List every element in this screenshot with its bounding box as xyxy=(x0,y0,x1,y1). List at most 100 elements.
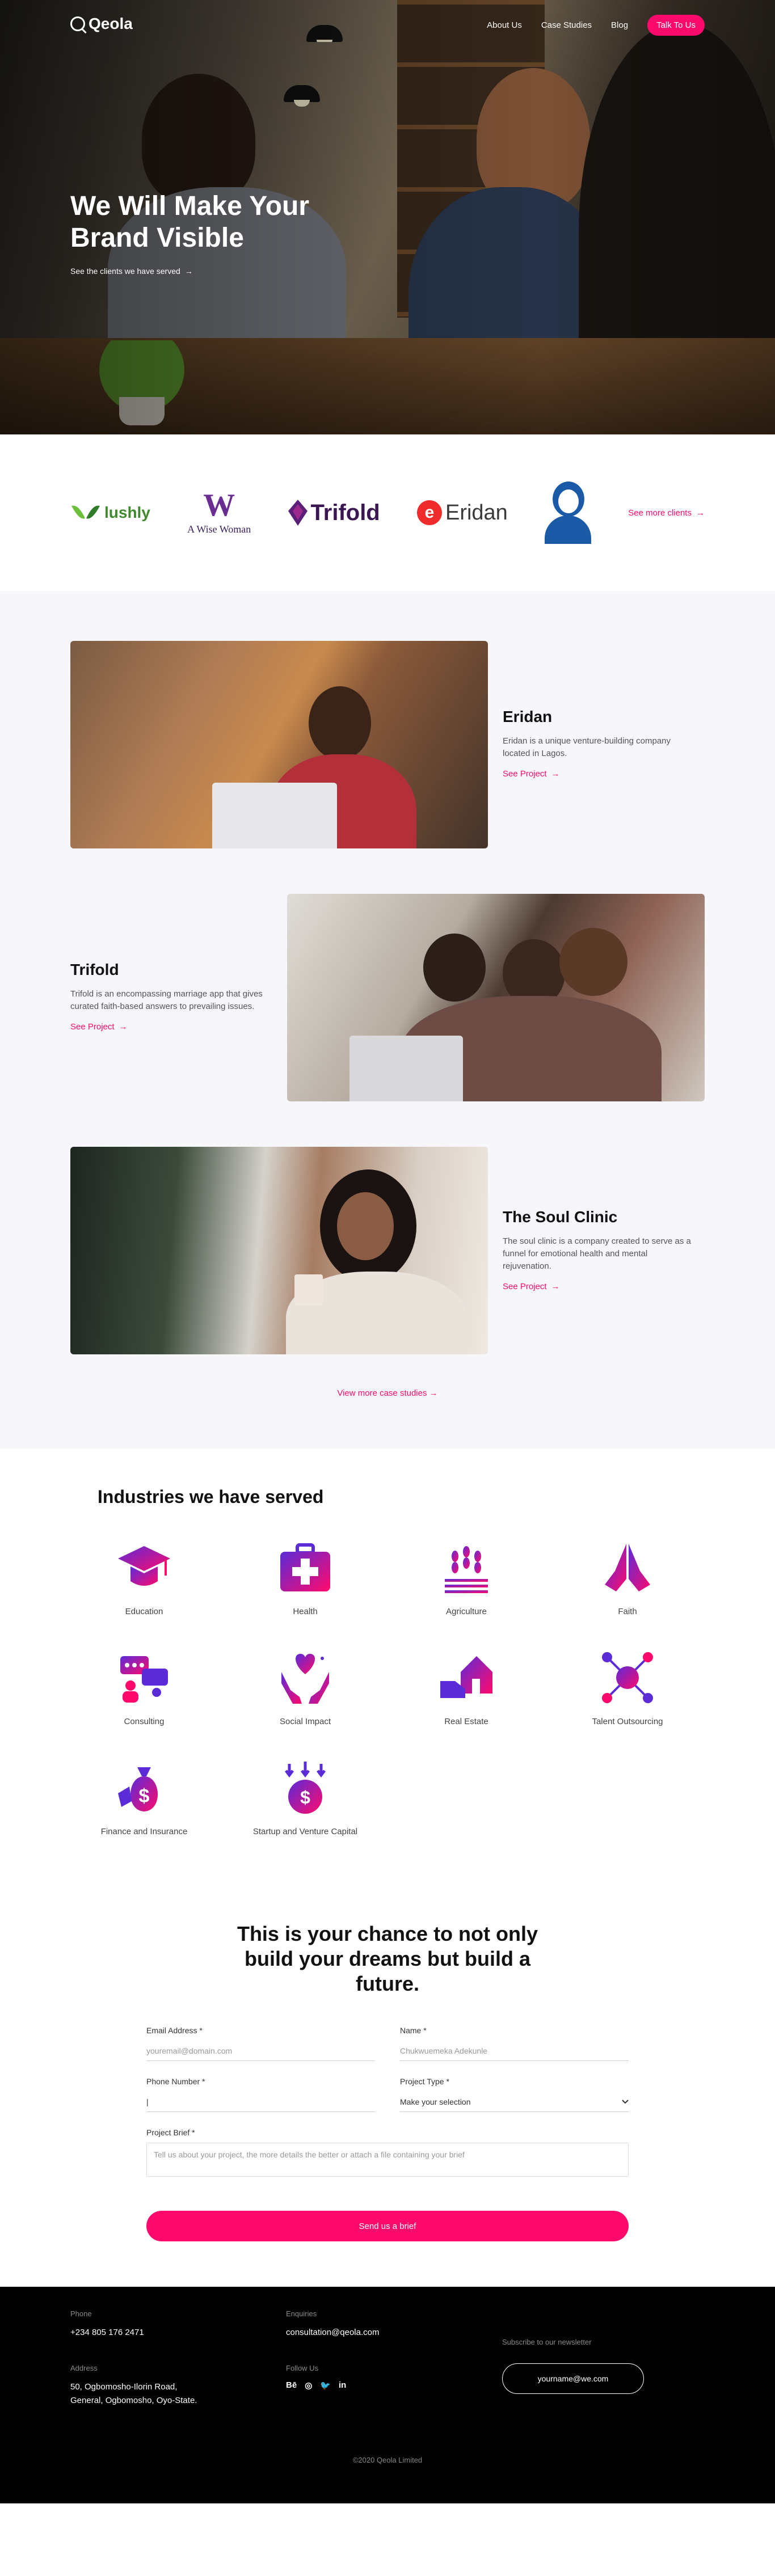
client-logo-bust xyxy=(545,482,592,544)
see-project-link[interactable]: See Project → xyxy=(70,1022,263,1032)
case-study-eridan: Eridan Eridan is a unique venture-buildi… xyxy=(0,641,775,848)
svg-text:$: $ xyxy=(139,1785,150,1807)
graduation-cap-icon xyxy=(118,1546,170,1586)
name-input[interactable]: Chukwuemeka Adekunle xyxy=(400,2041,629,2061)
nav-menu: About Us Case Studies Blog Talk To Us xyxy=(487,15,705,36)
industry-faith: Faith xyxy=(547,1539,708,1616)
hero-section: Qeola About Us Case Studies Blog Talk To… xyxy=(0,0,775,434)
client-logo-wise-woman: W A Wise Woman xyxy=(187,487,251,535)
industry-agriculture: Agriculture xyxy=(386,1539,547,1616)
client-logo-trifold: Trifold xyxy=(288,500,380,526)
newsletter-email-input[interactable]: yourname@we.com xyxy=(502,2363,644,2394)
logo-mark-icon xyxy=(70,16,85,31)
nav-case-studies[interactable]: Case Studies xyxy=(541,20,592,30)
see-more-clients-link[interactable]: See more clients → xyxy=(628,508,705,518)
contact-title: This is your chance to not only build yo… xyxy=(237,1922,538,1995)
network-icon xyxy=(602,1652,653,1703)
dribbble-icon[interactable]: ◎ xyxy=(305,2380,312,2391)
case-image-eridan[interactable] xyxy=(70,641,488,848)
industry-talent-outsourcing: Talent Outsourcing xyxy=(547,1649,708,1726)
coin-arrows-icon: $ xyxy=(285,1762,326,1814)
email-input[interactable]: youremail@domain.com xyxy=(146,2041,375,2061)
case-study-trifold: Trifold Trifold is an encompassing marri… xyxy=(0,894,775,1101)
email-field: Email Address * youremail@domain.com xyxy=(146,2026,375,2061)
money-bag-icon: $ xyxy=(118,1767,158,1811)
chevron-down-icon xyxy=(622,2099,629,2104)
heart-hands-icon xyxy=(281,1654,329,1704)
hero-clients-link[interactable]: See the clients we have served → xyxy=(70,267,365,276)
case-description: The soul clinic is a company created to … xyxy=(503,1236,691,1271)
svg-text:$: $ xyxy=(300,1787,310,1808)
arrow-right-icon: → xyxy=(551,1282,560,1291)
footer-address: Address 50, Ogbomosho-Ilorin Road, Gener… xyxy=(70,2364,197,2405)
send-brief-button[interactable]: Send us a brief xyxy=(146,2211,629,2241)
footer-follow: Follow Us Bē ◎ 🐦 in xyxy=(286,2364,347,2391)
trifold-mark-icon xyxy=(288,500,308,526)
hero-title: We Will Make Your Brand Visible xyxy=(70,191,310,253)
industry-real-estate: Real Estate xyxy=(386,1649,547,1726)
project-brief-textarea[interactable]: Tell us about your project, the more det… xyxy=(146,2143,629,2177)
case-image-trifold[interactable] xyxy=(287,894,705,1101)
twitter-icon[interactable]: 🐦 xyxy=(320,2380,331,2391)
industries-section: Industries we have served Education Heal… xyxy=(0,1449,775,1870)
industries-title: Industries we have served xyxy=(98,1487,324,1507)
case-study-soul-clinic: The Soul Clinic The soul clinic is a com… xyxy=(0,1147,775,1354)
arrow-right-icon: → xyxy=(119,1022,128,1032)
client-logo-eridan: e Eridan xyxy=(416,500,508,525)
top-nav: Qeola About Us Case Studies Blog Talk To… xyxy=(0,0,775,51)
hero-text: We Will Make Your Brand Visible See the … xyxy=(70,191,365,276)
industry-education: Education xyxy=(64,1539,225,1616)
see-project-link[interactable]: See Project → xyxy=(503,769,696,779)
case-title: The Soul Clinic xyxy=(503,1208,618,1226)
logo-text: Qeola xyxy=(89,15,133,32)
footer-phone: Phone +234 805 176 2471 xyxy=(70,2309,144,2339)
copyright: ©2020 Qeola Limited xyxy=(352,2456,423,2464)
leaf-icon xyxy=(71,505,100,519)
enquiries-email[interactable]: consultation@qeola.com xyxy=(286,2326,380,2339)
nav-blog[interactable]: Blog xyxy=(611,20,628,30)
case-image-soul-clinic[interactable] xyxy=(70,1147,488,1354)
arrow-right-icon: → xyxy=(696,508,705,518)
phone-field: Phone Number * | xyxy=(146,2077,375,2112)
see-project-link[interactable]: See Project → xyxy=(503,1282,696,1291)
client-logo-lushly: lushly xyxy=(70,501,150,524)
clients-strip: lushly W A Wise Woman Trifold e Eridan S… xyxy=(0,434,775,591)
contact-section: This is your chance to not only build yo… xyxy=(0,1870,775,2287)
industry-finance-insurance: $ Finance and Insurance xyxy=(64,1759,225,1836)
newsletter: Subscribe to our newsletter yourname@we.… xyxy=(502,2338,644,2394)
case-title: Eridan xyxy=(503,708,553,725)
industries-grid: Education Health Agriculture Faith Consu… xyxy=(64,1539,775,1836)
talk-to-us-button[interactable]: Talk To Us xyxy=(647,15,705,36)
footer: Phone +234 805 176 2471 Enquiries consul… xyxy=(0,2287,775,2503)
chat-bubbles-icon xyxy=(120,1656,168,1703)
industry-health: Health xyxy=(225,1539,386,1616)
house-hand-icon xyxy=(440,1656,492,1698)
wheat-icon xyxy=(445,1546,488,1593)
case-title: Trifold xyxy=(70,961,119,978)
nav-about[interactable]: About Us xyxy=(487,20,522,30)
case-studies-section: Eridan Eridan is a unique venture-buildi… xyxy=(0,591,775,1449)
praying-hands-icon xyxy=(605,1544,650,1591)
case-description: Eridan is a unique venture-building comp… xyxy=(503,736,671,758)
footer-enquiries: Enquiries consultation@qeola.com xyxy=(286,2309,380,2339)
name-field: Name * Chukwuemeka Adekunle xyxy=(400,2026,629,2061)
linkedin-icon[interactable]: in xyxy=(339,2380,346,2391)
behance-icon[interactable]: Bē xyxy=(286,2380,297,2391)
project-brief-field: Project Brief * Tell us about your proje… xyxy=(146,2128,629,2177)
arrow-right-icon: → xyxy=(184,267,193,276)
industry-startup-vc: $ Startup and Venture Capital xyxy=(225,1759,386,1836)
medical-kit-icon xyxy=(280,1543,330,1591)
eridan-mark-icon: e xyxy=(416,500,442,525)
industry-social-impact: Social Impact xyxy=(225,1649,386,1726)
logo[interactable]: Qeola xyxy=(70,15,133,33)
case-description: Trifold is an encompassing marriage app … xyxy=(70,989,263,1011)
view-more-case-studies-link[interactable]: View more case studies → xyxy=(0,1388,775,1398)
arrow-right-icon: → xyxy=(429,1388,438,1398)
phone-input[interactable]: | xyxy=(146,2092,375,2112)
project-type-field: Project Type * Make your selection xyxy=(400,2077,629,2112)
project-type-select[interactable]: Make your selection xyxy=(400,2092,629,2112)
arrow-right-icon: → xyxy=(551,769,560,779)
brief-form: Email Address * youremail@domain.com Nam… xyxy=(146,2026,629,2241)
phone-number[interactable]: +234 805 176 2471 xyxy=(70,2326,144,2339)
industry-consulting: Consulting xyxy=(64,1649,225,1726)
